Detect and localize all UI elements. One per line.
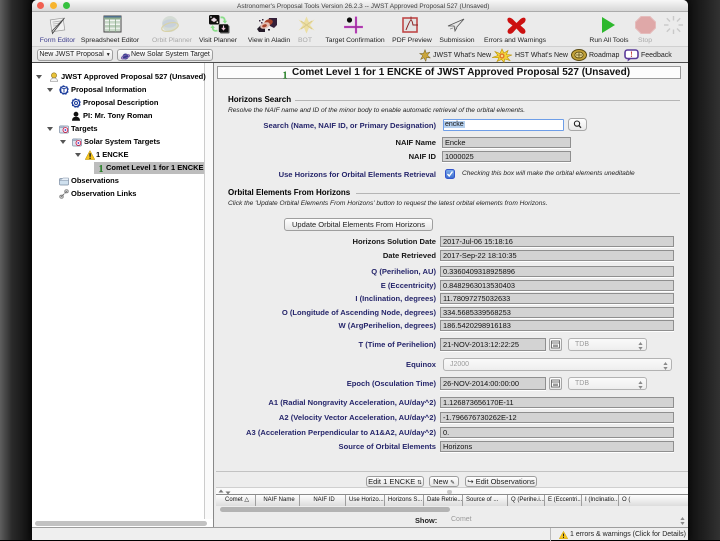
svg-text:1: 1 xyxy=(99,164,104,173)
svg-text:T: T xyxy=(62,87,66,94)
svg-text:!: ! xyxy=(630,49,633,58)
svg-text:1: 1 xyxy=(283,70,288,79)
